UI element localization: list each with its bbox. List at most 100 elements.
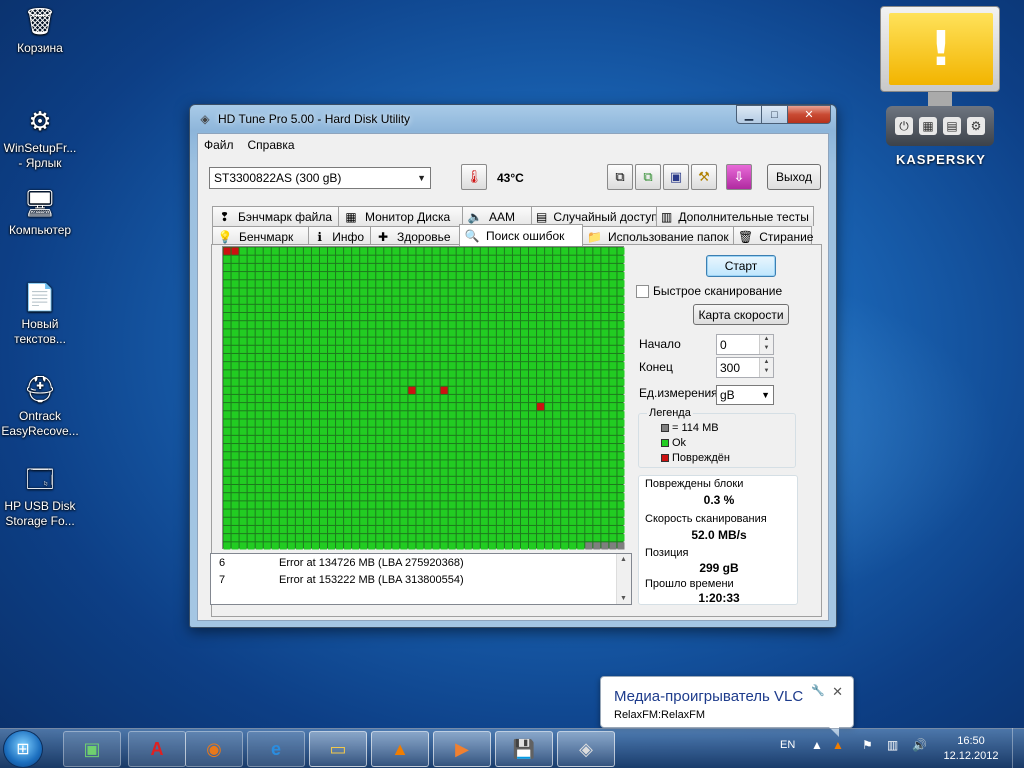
block-ok: [448, 427, 456, 435]
block-ok: [368, 493, 376, 501]
block-ok: [344, 304, 352, 313]
block-ok: [263, 419, 271, 427]
scroll-up-icon[interactable]: ▲: [620, 556, 627, 563]
block-ok: [311, 263, 319, 272]
block-ok: [223, 493, 231, 501]
block-ok: [609, 321, 617, 329]
quick-scan-label: Быстрое сканирование: [653, 284, 783, 298]
taskbar-hdtune[interactable]: ◈: [557, 731, 615, 767]
error-log-row[interactable]: 7 Error at 153222 MB (LBA 313800554): [219, 574, 464, 590]
taskbar-vlc[interactable]: ▲: [371, 731, 429, 767]
desktop-icon-hp-usb[interactable]: 🗔 HP USB Disk Storage Fo...: [0, 462, 80, 529]
block-ok: [336, 247, 344, 255]
block-ok: [496, 370, 504, 378]
desktop-icon-new-text[interactable]: 📄 Новый текстов...: [0, 280, 80, 347]
scan-icon[interactable]: ▦: [919, 117, 937, 135]
block-ok: [311, 370, 319, 378]
clock[interactable]: 16:50 12.12.2012: [938, 734, 1004, 764]
desktop-icon-recycle-bin[interactable]: 🗑 Корзина: [0, 4, 80, 56]
block-ok: [504, 263, 512, 272]
vlc-notification[interactable]: Медиа-проигрыватель VLC RelaxFM:RelaxFM …: [600, 676, 854, 737]
block-ok: [520, 370, 529, 378]
block-ok: [287, 370, 295, 378]
block-ok: [520, 353, 529, 362]
block-ok: [223, 501, 231, 509]
block-ok: [424, 444, 432, 452]
block-ok: [440, 493, 448, 501]
log-scrollbar[interactable]: ▲ ▼: [616, 554, 631, 604]
end-spinbox[interactable]: 300 ▲ ▼: [716, 357, 774, 378]
block-ok: [303, 329, 311, 337]
start-button[interactable]: Старт: [706, 255, 776, 277]
taskbar-ie[interactable]: e: [247, 731, 305, 767]
block-ok: [424, 370, 432, 378]
spin-down-icon[interactable]: ▼: [760, 344, 773, 353]
spin-down-icon[interactable]: ▼: [760, 367, 773, 376]
start-button-orb[interactable]: ⊞: [3, 730, 43, 768]
scroll-down-icon[interactable]: ▼: [620, 595, 627, 602]
tab-magnifier[interactable]: 🔍 Поиск ошибок: [459, 224, 583, 246]
block-ok: [303, 280, 311, 288]
ontrack-icon: ⛑: [23, 373, 57, 404]
minimize-button[interactable]: ▁: [736, 105, 762, 124]
block-ok: [279, 362, 287, 370]
kaspersky-gadget[interactable]: ! ⏻ ▦ ▤ ⚙ KASPERSKY: [880, 6, 1002, 167]
block-ok: [617, 370, 625, 378]
quick-scan-checkbox-row[interactable]: Быстрое сканирование: [636, 284, 782, 298]
title-bar[interactable]: ◈ HD Tune Pro 5.00 - Hard Disk Utility ▁…: [190, 105, 836, 133]
block-ok: [247, 345, 255, 353]
block-ok: [247, 501, 255, 509]
block-ok: [432, 255, 440, 263]
report-icon[interactable]: ▤: [943, 117, 961, 135]
block-ok: [279, 517, 287, 525]
taskbar-floppy[interactable]: 💾: [495, 731, 553, 767]
vlc-tray-icon[interactable]: ▲: [832, 738, 844, 752]
speed-map-button[interactable]: Карта скорости: [693, 304, 789, 325]
unit-select[interactable]: gB ▼: [716, 385, 774, 405]
desktop-icon-computer[interactable]: 🖥 Компьютер: [0, 186, 80, 238]
block-ok: [400, 296, 408, 304]
show-desktop-button[interactable]: [1012, 728, 1024, 768]
volume-icon[interactable]: 🔊: [912, 738, 927, 752]
taskbar-acrobat[interactable]: A: [128, 731, 186, 767]
language-indicator[interactable]: EN: [780, 739, 795, 751]
error-log-row[interactable]: 6 Error at 134726 MB (LBA 275920368): [219, 557, 464, 573]
block-ok: [480, 452, 488, 460]
block-ok: [247, 394, 255, 403]
block-ok: [545, 247, 553, 255]
quick-scan-checkbox[interactable]: [636, 284, 649, 298]
block-ok: [319, 263, 328, 272]
desktop-icon-ontrack[interactable]: ⛑ Ontrack EasyRecove...: [0, 372, 80, 439]
taskbar-firefox[interactable]: ◉: [185, 731, 243, 767]
block-ok: [263, 525, 271, 534]
taskbar-app-1[interactable]: ▣: [63, 731, 121, 767]
flag-icon[interactable]: ⚑: [862, 738, 873, 752]
block-ok: [376, 280, 384, 288]
block-ok: [472, 493, 480, 501]
block-ok: [368, 353, 376, 362]
block-ok: [520, 517, 529, 525]
block-ok: [376, 468, 384, 476]
network-icon[interactable]: ▥: [887, 738, 898, 752]
block-ok: [432, 313, 440, 321]
block-ok: [319, 378, 328, 386]
close-button[interactable]: ✕: [788, 105, 831, 124]
block-ok: [537, 534, 545, 542]
start-spinbox[interactable]: 0 ▲ ▼: [716, 334, 774, 355]
desktop-icon-winsetup[interactable]: ⚙ WinSetupFr... - Ярлык: [0, 104, 80, 171]
tray-expand-icon[interactable]: ▲: [811, 738, 823, 752]
spin-up-icon[interactable]: ▲: [760, 335, 773, 344]
maximize-button[interactable]: □: [762, 105, 788, 124]
recycle-bin-icon: 🗑: [23, 5, 57, 36]
power-icon[interactable]: ⏻: [895, 117, 913, 135]
block-ok: [384, 525, 392, 534]
block-ok: [593, 304, 601, 313]
block-ok: [432, 304, 440, 313]
block-ok: [464, 362, 472, 370]
gear-icon[interactable]: ⚙: [967, 117, 985, 135]
wrench-icon[interactable]: 🔧: [811, 684, 825, 697]
taskbar-explorer[interactable]: ▭: [309, 731, 367, 767]
taskbar-media[interactable]: ▶: [433, 731, 491, 767]
spin-up-icon[interactable]: ▲: [760, 358, 773, 367]
close-icon[interactable]: ✕: [832, 684, 843, 700]
